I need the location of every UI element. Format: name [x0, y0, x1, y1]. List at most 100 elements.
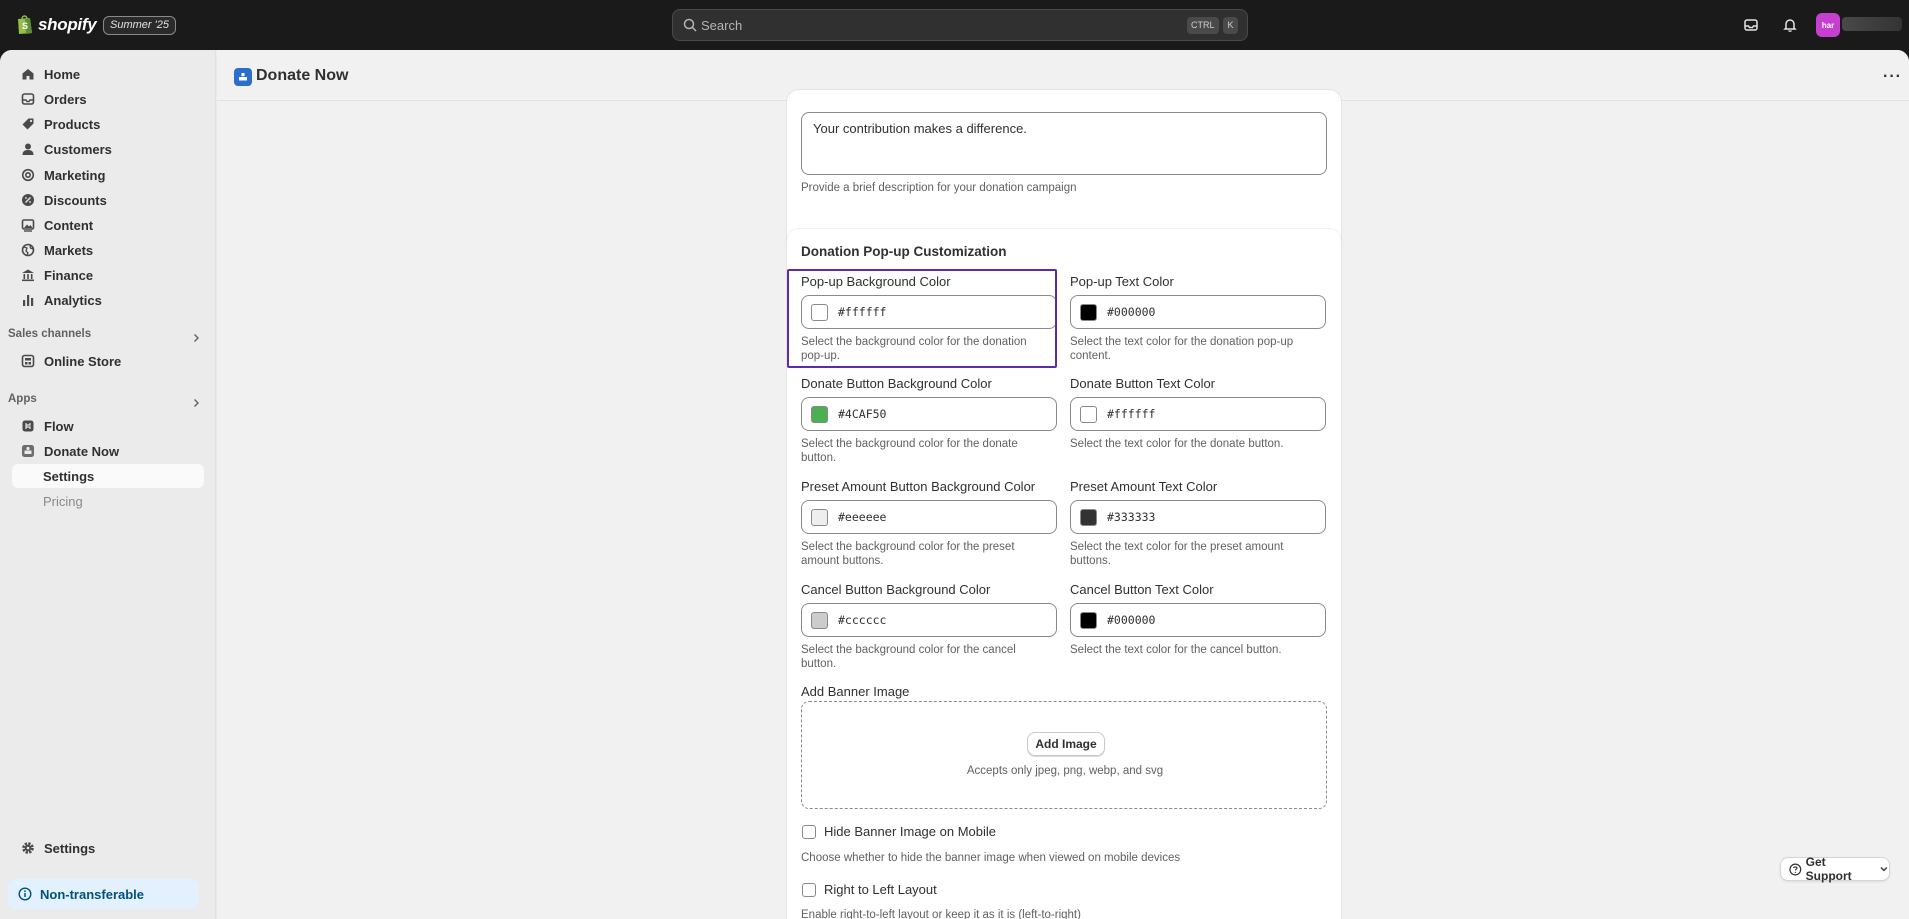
sidebar-item-app-settings[interactable]: Settings [12, 464, 204, 488]
chevron-right-icon[interactable] [190, 397, 202, 409]
popup-text-color-field[interactable] [1070, 295, 1326, 329]
bell-icon[interactable] [1779, 14, 1801, 36]
preset-text-color-field[interactable] [1070, 500, 1326, 534]
person-icon [20, 141, 36, 157]
sidebar-item-orders[interactable]: Orders [12, 87, 204, 111]
cancel-btn-text-color-label: Cancel Button Text Color [1070, 582, 1214, 597]
cancel-btn-bg-color-swatch[interactable] [811, 612, 828, 629]
popup-bg-color-label: Pop-up Background Color [801, 274, 951, 289]
discount-icon [20, 192, 36, 208]
sidebar-item-label: Discounts [44, 192, 107, 208]
cancel-btn-bg-color-input[interactable] [838, 604, 1038, 636]
donate-btn-text-color-input[interactable] [1107, 398, 1307, 430]
donate-btn-text-color-swatch[interactable] [1080, 406, 1097, 423]
popup-text-color-swatch[interactable] [1080, 304, 1097, 321]
hide-banner-label[interactable]: Hide Banner Image on Mobile [824, 824, 996, 839]
popup-text-color-input[interactable] [1107, 296, 1307, 328]
hide-banner-checkbox[interactable] [802, 825, 816, 839]
sidebar-item-online-store[interactable]: Online Store [12, 349, 204, 373]
sidebar-item-label: Marketing [44, 167, 106, 183]
sidebar-item-label: Settings [43, 468, 95, 484]
cancel-btn-bg-color-field[interactable] [801, 603, 1057, 637]
search-input[interactable] [701, 10, 1101, 40]
help-icon [1789, 863, 1802, 875]
sidebar-item-products[interactable]: Products [12, 112, 204, 136]
globe-icon [20, 242, 36, 258]
sidebar-item-content[interactable]: Content [12, 213, 204, 237]
preset-text-color-input[interactable] [1107, 501, 1307, 533]
donate-app-icon [20, 443, 36, 459]
search-bar[interactable]: CTRL K [672, 9, 1248, 41]
preset-btn-bg-color-label: Preset Amount Button Background Color [801, 479, 1036, 494]
sidebar-item-customers[interactable]: Customers [12, 137, 204, 161]
sidebar-item-label: Home [44, 66, 81, 82]
sidebar-item-finance[interactable]: Finance [12, 263, 204, 287]
shortcut-k-key: K [1223, 17, 1238, 34]
sidebar-item-analytics[interactable]: Analytics [12, 288, 204, 312]
sales-channels-heading[interactable]: Sales channels [8, 328, 91, 340]
sidebar-item-label: Customers [44, 141, 112, 157]
sidebar-item-label: Orders [44, 91, 87, 107]
non-transferable-label: Non-transferable [40, 886, 145, 902]
sidebar-item-label: Analytics [44, 292, 102, 308]
preset-text-color-swatch[interactable] [1080, 509, 1097, 526]
sidebar-item-markets[interactable]: Markets [12, 238, 204, 262]
popup-bg-color-input[interactable] [838, 296, 1038, 328]
shopify-bag-icon: S [18, 15, 32, 34]
popup-bg-color-swatch[interactable] [811, 304, 828, 321]
preset-btn-bg-color-input[interactable] [838, 501, 1038, 533]
sidebar-item-settings[interactable]: Settings [12, 836, 204, 860]
top-bar: S shopify Summer '25 CTRL K har [0, 0, 1909, 50]
sidebar-item-donate-now[interactable]: Donate Now [12, 439, 204, 463]
orders-icon [20, 91, 36, 107]
sidebar-item-label: Online Store [44, 353, 122, 369]
rtl-layout-checkbox[interactable] [802, 883, 816, 897]
add-image-button[interactable]: Add Image [1027, 732, 1105, 756]
popup-text-color-help: Select the text color for the donation p… [1070, 336, 1294, 362]
search-icon [683, 18, 697, 32]
sidebar-item-home[interactable]: Home [12, 62, 204, 86]
non-transferable-banner[interactable]: Non-transferable [8, 879, 199, 909]
avatar[interactable]: har [1816, 13, 1840, 37]
cancel-btn-bg-color-label: Cancel Button Background Color [801, 582, 991, 597]
chevron-down-icon [1880, 867, 1888, 872]
donate-btn-bg-color-field[interactable] [801, 397, 1057, 431]
sidebar-item-label: Products [44, 116, 101, 132]
sidebar-item-label: Pricing [43, 493, 83, 509]
sidebar-item-pricing[interactable]: Pricing [12, 489, 204, 513]
apps-heading[interactable]: Apps [8, 393, 37, 405]
description-textarea[interactable]: Your contribution makes a difference. [801, 112, 1327, 175]
preset-btn-bg-color-help: Select the background color for the pres… [801, 541, 1015, 567]
sidebar-item-flow[interactable]: Flow [12, 414, 204, 438]
popup-bg-color-field[interactable] [801, 295, 1057, 329]
home-icon [20, 66, 36, 82]
bank-icon [20, 267, 36, 283]
sidebar-item-discounts[interactable]: Discounts [12, 188, 204, 212]
cancel-btn-text-color-swatch[interactable] [1080, 612, 1097, 629]
more-actions-icon[interactable]: ··· [1883, 68, 1902, 86]
preset-text-color-label: Preset Amount Text Color [1070, 479, 1218, 494]
chevron-right-icon[interactable] [190, 332, 202, 344]
customization-title: Donation Pop-up Customization [801, 244, 1007, 259]
banner-dropzone[interactable]: Add Image Accepts only jpeg, png, webp, … [801, 701, 1327, 809]
edition-badge[interactable]: Summer '25 [103, 16, 176, 35]
cancel-btn-text-color-input[interactable] [1107, 604, 1307, 636]
inbox-icon[interactable] [1740, 14, 1762, 36]
cancel-btn-bg-color-help: Select the background color for the canc… [801, 644, 1016, 670]
donate-btn-bg-color-swatch[interactable] [811, 406, 828, 423]
tag-icon [20, 116, 36, 132]
hide-banner-help: Choose whether to hide the banner image … [801, 852, 1181, 864]
sidebar-item-label: Donate Now [44, 443, 120, 459]
svg-text:S: S [22, 21, 28, 31]
store-name-redacted[interactable] [1842, 17, 1902, 31]
rtl-layout-label[interactable]: Right to Left Layout [824, 882, 937, 897]
shopify-logo[interactable]: S shopify [16, 14, 97, 35]
preset-btn-bg-color-field[interactable] [801, 500, 1057, 534]
bar-chart-icon [20, 292, 36, 308]
donate-btn-text-color-field[interactable] [1070, 397, 1326, 431]
preset-btn-bg-color-swatch[interactable] [811, 509, 828, 526]
sidebar-item-marketing[interactable]: Marketing [12, 163, 204, 187]
get-support-button[interactable]: Get Support [1780, 855, 1890, 883]
donate-btn-bg-color-input[interactable] [838, 398, 1038, 430]
cancel-btn-text-color-field[interactable] [1070, 603, 1326, 637]
